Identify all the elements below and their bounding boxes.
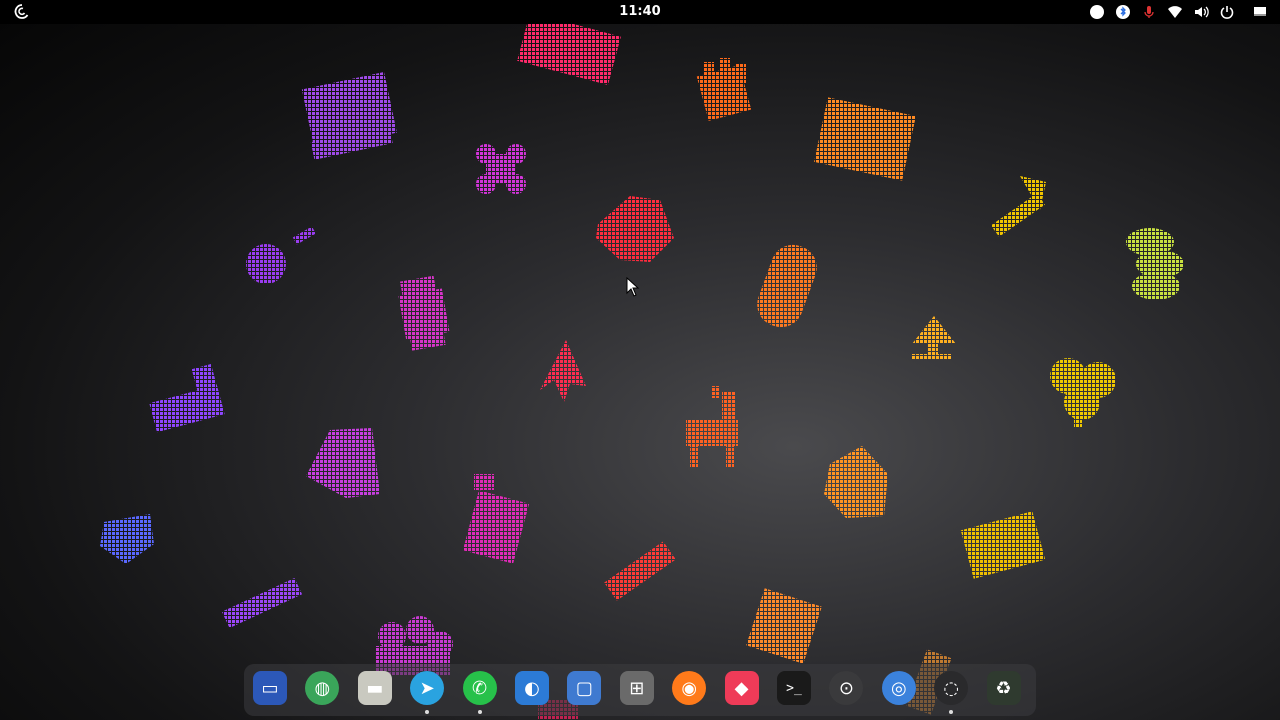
wifi-icon[interactable] (1162, 0, 1188, 24)
spraycan-pixel-icon (462, 474, 530, 564)
power-icon[interactable] (1214, 0, 1240, 24)
brush-pixel-icon (149, 364, 225, 433)
clover-pixel-icon (1050, 358, 1116, 428)
dock-app-whatsapp[interactable]: ✆ (460, 668, 500, 714)
terminal-icon: >_ (777, 671, 811, 705)
dock: ▭ ◍ ▬ ➤ ✆ ◐ ▢ ⊞ ◉ ◆ >_ ⊙ ◎ ◌ ♻ (244, 664, 1036, 716)
volume-icon[interactable] (1188, 0, 1214, 24)
microphone-icon[interactable] (1136, 0, 1162, 24)
running-indicator (425, 710, 430, 714)
arrow-pixel-icon (991, 176, 1046, 237)
command-pixel-icon (476, 144, 526, 194)
dock-app-trash[interactable]: ♻ (984, 668, 1024, 708)
bird-pixel-icon (596, 196, 674, 262)
dock-app-terminal[interactable]: >_ (774, 668, 814, 708)
shield-pixel-icon (100, 514, 154, 564)
dock-app-software[interactable]: ⊞ (617, 668, 657, 708)
anydesk-icon: ◆ (724, 671, 759, 705)
dock-app-workspaces[interactable]: ▢ (564, 668, 604, 708)
dock-app-steam[interactable]: ⊙ (826, 668, 866, 708)
lamp-pixel-icon (912, 316, 956, 360)
mouse-pointer-icon (626, 277, 640, 297)
monitor-frame-pixel-icon (814, 97, 916, 181)
arrow-cursor-pixel-icon (540, 340, 586, 402)
chromium-icon: ◎ (881, 671, 916, 705)
system-tray[interactable] (1084, 0, 1280, 24)
dock-app-earth[interactable]: ◍ (302, 668, 342, 708)
top-bar: 11:40 (0, 0, 1280, 24)
globe-icon: ◍ (305, 671, 340, 705)
tombstone-pixel-icon (306, 428, 380, 498)
desktop-wallpaper (0, 24, 1280, 720)
folder-pixel-icon (960, 511, 1046, 579)
obs-icon: ◌ (934, 671, 969, 705)
floppy-pixel-icon (517, 24, 621, 86)
dock-app-telegram[interactable]: ➤ (407, 668, 447, 714)
dock-app-firefox[interactable]: ◉ (669, 668, 709, 708)
dock-app-anydesk[interactable]: ◆ (722, 668, 762, 708)
tag-pixel-icon (824, 446, 888, 518)
telegram-icon: ➤ (410, 671, 445, 705)
monitor-icon: ▭ (253, 671, 287, 705)
dock-app-remote-desktop[interactable]: ▭ (250, 668, 290, 708)
firefox-icon: ◉ (672, 671, 707, 705)
running-indicator (477, 710, 482, 714)
cards-pixel-icon (746, 588, 822, 664)
deer-pixel-icon (686, 386, 738, 468)
hand-pixel-icon (696, 58, 752, 121)
steam-icon: ⊙ (829, 671, 864, 705)
bluetooth-icon[interactable] (1110, 0, 1136, 24)
edge-icon: ◐ (515, 671, 549, 705)
coins-pixel-icon (1126, 228, 1184, 300)
screen-icon[interactable] (1240, 0, 1280, 24)
apps-icon: ⊞ (619, 671, 654, 705)
computer-pixel-icon (301, 72, 397, 160)
carrot-pixel-icon (604, 541, 676, 601)
trash-icon: ♻ (986, 671, 1021, 705)
wallpaper-pixel-icons (100, 24, 1184, 720)
dock-app-chromium[interactable]: ◎ (879, 668, 919, 708)
bandage-pixel-icon (757, 244, 817, 328)
dock-app-obs[interactable]: ◌ (931, 668, 971, 714)
whatsapp-icon: ✆ (462, 671, 497, 705)
bomb-pixel-icon (246, 244, 286, 284)
window-icon: ▢ (567, 671, 602, 705)
dock-app-edge[interactable]: ◐ (512, 668, 552, 708)
folder-icon: ▬ (357, 671, 392, 705)
dock-app-files[interactable]: ▬ (355, 668, 395, 708)
running-indicator (949, 710, 954, 714)
watch-pixel-icon (398, 275, 450, 351)
night-light-icon[interactable] (1084, 0, 1110, 24)
pencil-pixel-icon (221, 577, 303, 629)
